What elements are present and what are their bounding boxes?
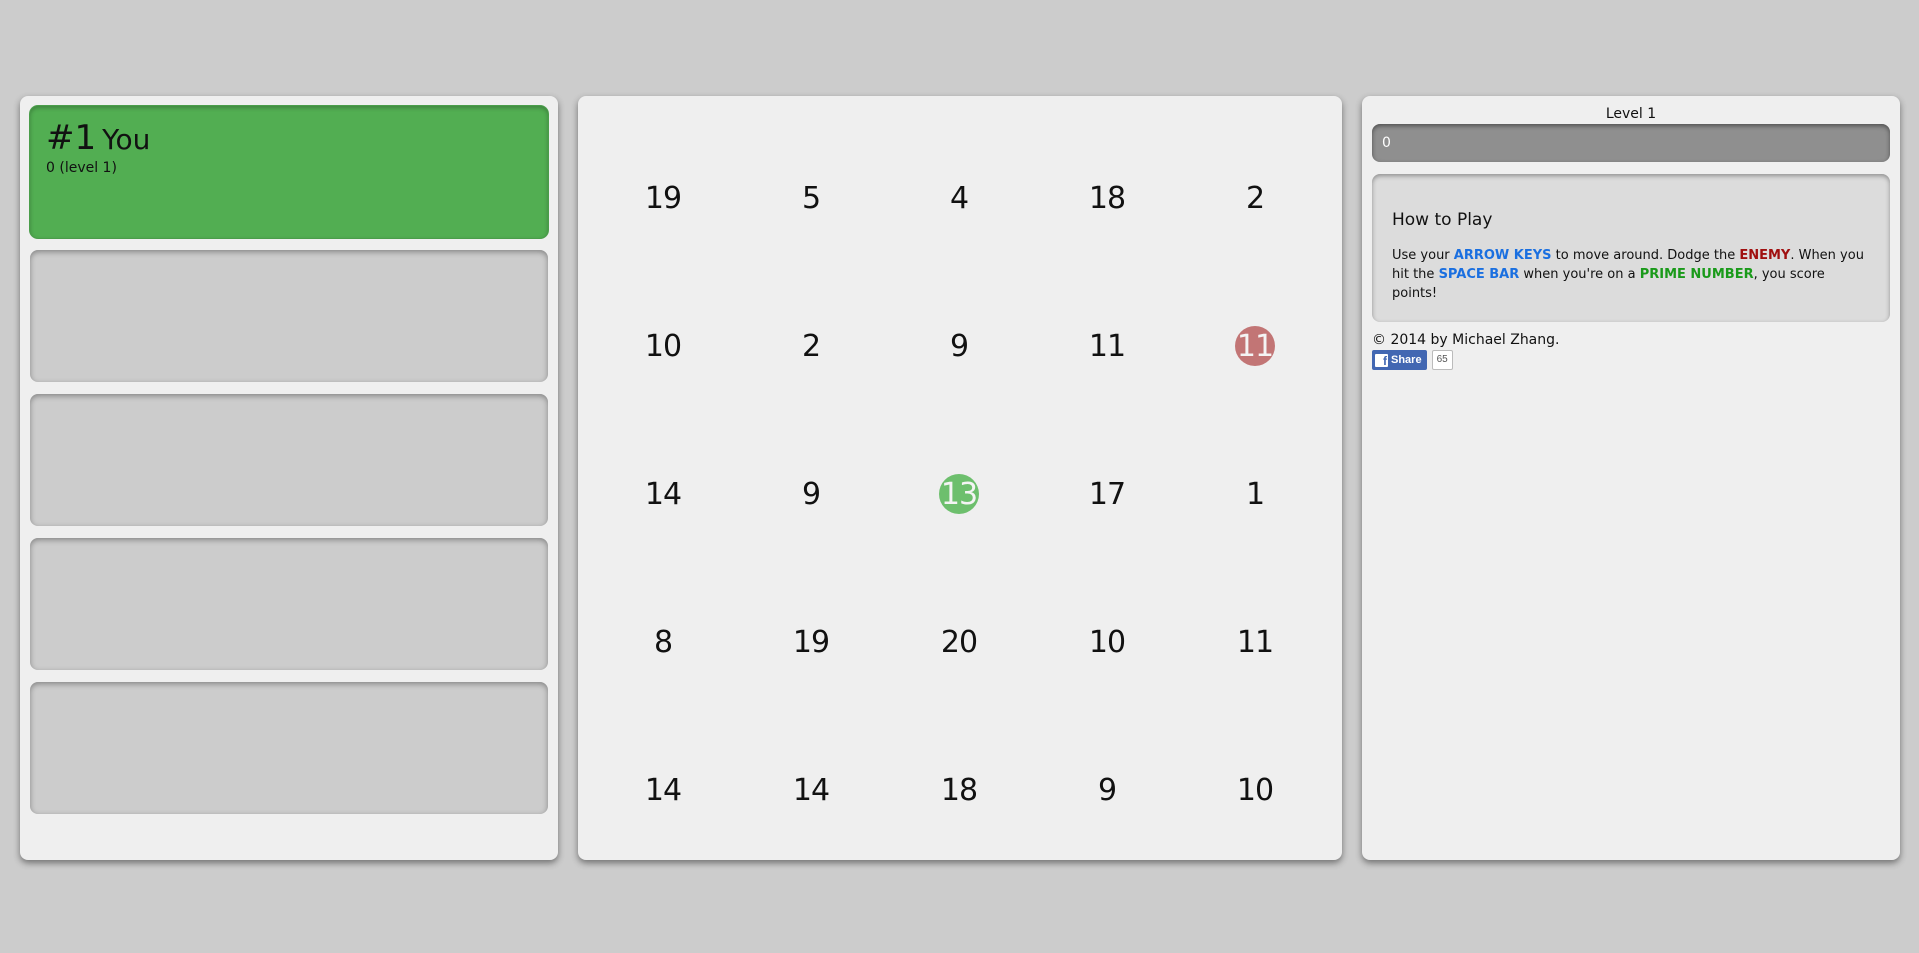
grid-number: 14 <box>644 772 682 808</box>
grid-cell[interactable]: 14 <box>737 716 885 864</box>
grid-number: 11 <box>1236 624 1274 660</box>
grid-number: 14 <box>792 772 830 808</box>
leaderboard-empty-slot <box>30 250 548 382</box>
howto-text: when you're on a <box>1519 267 1640 282</box>
player-cell[interactable]: 13 <box>885 420 1033 568</box>
grid-cell[interactable]: 4 <box>885 124 1033 272</box>
copyright-text: © 2014 by Michael Zhang. <box>1372 332 1560 348</box>
space-bar-keyword: SPACE BAR <box>1438 267 1520 282</box>
game-board[interactable]: 19 5 4 18 2 10 2 9 11 11 14 9 13 17 1 8 19 20 10 11 14 14 18 9 1… <box>578 96 1342 860</box>
grid-cell[interactable]: 9 <box>737 420 885 568</box>
grid-cell[interactable]: 18 <box>885 716 1033 864</box>
how-to-play-text: Use your ARROW KEYS to move around. Dodg… <box>1392 246 1872 303</box>
info-panel: Level 1 0 How to Play Use your ARROW KEY… <box>1362 96 1900 860</box>
grid-number: 18 <box>940 772 978 808</box>
grid-number: 17 <box>1088 476 1126 512</box>
score-value: 0 <box>1382 135 1391 151</box>
number-grid[interactable]: 19 5 4 18 2 10 2 9 11 11 14 9 13 17 1 8 19 20 10 11 14 14 18 9 1… <box>578 96 1342 860</box>
share-count: 65 <box>1431 350 1453 370</box>
leaderboard-score-level: 0 (level 1) <box>46 160 117 176</box>
grid-number: 10 <box>1088 624 1126 660</box>
how-to-play-title: How to Play <box>1392 210 1493 230</box>
grid-cell[interactable]: 19 <box>589 124 737 272</box>
grid-number: 10 <box>644 328 682 364</box>
leaderboard-panel: #1 You 0 (level 1) <box>20 96 558 860</box>
grid-cell[interactable]: 17 <box>1033 420 1181 568</box>
grid-cell[interactable]: 10 <box>1181 716 1329 864</box>
grid-cell[interactable]: 5 <box>737 124 885 272</box>
prime-number-keyword: PRIME NUMBER <box>1639 267 1754 282</box>
grid-number: 2 <box>1245 180 1265 216</box>
grid-cell[interactable]: 11 <box>1181 568 1329 716</box>
grid-number: 19 <box>644 180 682 216</box>
grid-number: 9 <box>1097 772 1117 808</box>
grid-number: 9 <box>949 328 969 364</box>
leaderboard-entry-you: #1 You 0 (level 1) <box>30 106 548 238</box>
grid-cell[interactable]: 19 <box>737 568 885 716</box>
grid-number: 20 <box>940 624 978 660</box>
grid-cell[interactable]: 1 <box>1181 420 1329 568</box>
grid-number: 13 <box>939 474 979 514</box>
grid-cell[interactable]: 9 <box>1033 716 1181 864</box>
leaderboard-empty-slot <box>30 538 548 670</box>
facebook-icon: f <box>1375 353 1388 367</box>
score-bar: 0 <box>1372 124 1890 162</box>
grid-cell[interactable]: 11 <box>1033 272 1181 420</box>
how-to-play-box: How to Play Use your ARROW KEYS to move … <box>1372 174 1890 322</box>
grid-number: 10 <box>1236 772 1274 808</box>
enemy-keyword: ENEMY <box>1739 248 1791 263</box>
grid-number: 5 <box>801 180 821 216</box>
grid-number: 18 <box>1088 180 1126 216</box>
share-label: Share <box>1391 354 1422 366</box>
leaderboard-rank: #1 <box>46 118 97 158</box>
grid-number: 4 <box>949 180 969 216</box>
enemy-cell[interactable]: 11 <box>1181 272 1329 420</box>
leaderboard-empty-slot <box>30 682 548 814</box>
facebook-share-button[interactable]: f Share <box>1372 350 1427 370</box>
grid-cell[interactable]: 14 <box>589 420 737 568</box>
grid-cell[interactable]: 20 <box>885 568 1033 716</box>
grid-cell[interactable]: 10 <box>589 272 737 420</box>
grid-cell[interactable]: 9 <box>885 272 1033 420</box>
grid-number: 9 <box>801 476 821 512</box>
howto-text: Use your <box>1392 248 1454 263</box>
grid-cell[interactable]: 14 <box>589 716 737 864</box>
grid-cell[interactable]: 18 <box>1033 124 1181 272</box>
grid-number: 2 <box>801 328 821 364</box>
leaderboard-player-name: You <box>102 123 151 156</box>
grid-number: 19 <box>792 624 830 660</box>
grid-cell[interactable]: 2 <box>737 272 885 420</box>
arrow-keys-keyword: ARROW KEYS <box>1453 248 1552 263</box>
grid-number: 11 <box>1088 328 1126 364</box>
howto-text: to move around. Dodge the <box>1551 248 1740 263</box>
leaderboard-empty-slot <box>30 394 548 526</box>
grid-cell[interactable]: 8 <box>589 568 737 716</box>
grid-cell[interactable]: 10 <box>1033 568 1181 716</box>
grid-number: 14 <box>644 476 682 512</box>
grid-number: 8 <box>653 624 673 660</box>
grid-number: 1 <box>1245 476 1265 512</box>
level-label: Level 1 <box>1605 106 1657 122</box>
share-row: f Share 65 <box>1372 350 1890 370</box>
grid-number: 11 <box>1235 326 1275 366</box>
grid-cell[interactable]: 2 <box>1181 124 1329 272</box>
